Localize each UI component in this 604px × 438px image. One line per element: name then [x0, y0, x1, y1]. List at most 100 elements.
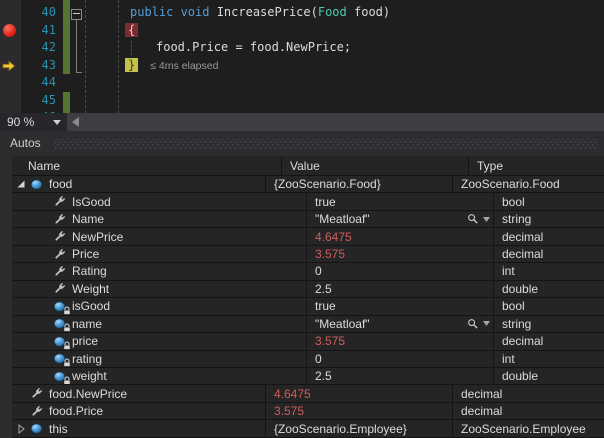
variable-value[interactable]: {ZooScenario.Employee}	[274, 422, 407, 436]
variable-value[interactable]: true	[315, 195, 336, 209]
field-private-icon	[53, 300, 68, 313]
autos-row-Price[interactable]: Price3.575decimal	[12, 246, 604, 263]
variable-value[interactable]: "Meatloaf"	[315, 212, 370, 226]
property-icon	[53, 265, 68, 278]
line-number: 42	[22, 39, 56, 57]
variable-type: bool	[502, 299, 525, 313]
property-icon	[53, 213, 68, 226]
zoom-level: 90 %	[7, 115, 34, 129]
variable-value[interactable]: 3.575	[315, 247, 345, 261]
variable-type: decimal	[502, 230, 543, 244]
autos-titlebar[interactable]: Autos	[0, 131, 604, 156]
fold-collapse-icon[interactable]	[71, 9, 82, 20]
variable-name: weight	[72, 369, 107, 383]
variable-value[interactable]: 4.6475	[274, 387, 311, 401]
variable-type: bool	[502, 195, 525, 209]
visualizer-dropdown-icon[interactable]	[483, 321, 490, 326]
variable-name: NewPrice	[72, 230, 123, 244]
code-line-41[interactable]: 41{	[0, 22, 604, 40]
autos-row-NewPrice[interactable]: NewPrice 4.6475 decimal	[12, 228, 604, 245]
variable-value[interactable]: 4.6475	[315, 230, 352, 244]
autos-row-rating[interactable]: rating0int	[12, 351, 604, 368]
lock-icon	[63, 341, 71, 350]
variable-type: ZooScenario.Food	[461, 177, 560, 191]
field-icon	[30, 422, 43, 435]
variable-value[interactable]: 0	[315, 352, 322, 366]
wrench-icon	[53, 248, 66, 261]
variable-type: decimal	[461, 387, 502, 401]
variable-type: string	[502, 212, 531, 226]
autos-row-food[interactable]: food {ZooScenario.Food} ZooScenario.Food	[12, 176, 604, 193]
value-visualizer-tools[interactable]	[467, 316, 490, 332]
variable-type: ZooScenario.Employee	[461, 422, 586, 436]
magnifier-icon[interactable]	[467, 318, 479, 330]
variable-value[interactable]: 2.5	[315, 369, 332, 383]
code-line-40[interactable]: 40public void IncreasePrice(Food food)	[0, 4, 604, 22]
code-editor[interactable]: 3940public void IncreasePrice(Food food)…	[0, 0, 604, 113]
variable-value[interactable]: {ZooScenario.Food}	[274, 177, 381, 191]
line-number: 41	[22, 22, 56, 40]
property-icon	[30, 387, 45, 400]
variable-name: food.NewPrice	[49, 387, 127, 401]
autos-row-Weight[interactable]: Weight2.5double	[12, 281, 604, 298]
autos-row-price[interactable]: price3.575decimal	[12, 333, 604, 350]
titlebar-grip-dots	[53, 139, 598, 149]
code-line-43[interactable]: 43}≤ 4ms elapsed	[0, 57, 604, 75]
column-header-name[interactable]: Name	[12, 156, 281, 175]
expander-slot[interactable]	[16, 424, 30, 434]
autos-row-IsGood[interactable]: IsGood true bool	[12, 193, 604, 210]
variable-type: decimal	[461, 404, 502, 418]
lock-icon	[63, 376, 71, 385]
line-number: 43	[22, 57, 56, 75]
wrench-icon	[53, 265, 66, 278]
autos-row-this[interactable]: this{ZooScenario.Employee}ZooScenario.Em…	[12, 420, 604, 437]
code-line-42[interactable]: 42food.Price = food.NewPrice;	[0, 39, 604, 57]
zoom-select[interactable]: 90 %	[0, 113, 67, 131]
autos-grid: Name Value Type food {ZooScenario.Food} Zo…	[0, 156, 604, 438]
magnifier-icon[interactable]	[467, 213, 479, 225]
variable-name: food.Price	[49, 404, 103, 418]
autos-row-name[interactable]: name"Meatloaf"string	[12, 316, 604, 333]
visualizer-dropdown-icon[interactable]	[483, 217, 490, 222]
autos-row-Rating[interactable]: Rating0int	[12, 263, 604, 280]
autos-row-food.Price[interactable]: food.Price 3.575 decimal	[12, 403, 604, 420]
column-header-value[interactable]: Value	[281, 156, 468, 175]
field-private-icon	[53, 370, 68, 383]
field-private-icon	[53, 352, 68, 365]
variable-name: name	[72, 317, 102, 331]
code-text: public void IncreasePrice(Food food)	[130, 4, 390, 22]
variable-value[interactable]: 2.5	[315, 282, 332, 296]
autos-row-weight[interactable]: weight2.5double	[12, 368, 604, 385]
field-private-icon	[53, 335, 68, 348]
breakpoint-icon[interactable]	[3, 24, 16, 37]
line-number: 46	[22, 109, 56, 113]
field-icon	[30, 422, 45, 435]
wrench-icon	[30, 405, 43, 418]
variable-name: food	[49, 177, 72, 191]
wrench-icon	[53, 282, 66, 295]
autos-row-Name[interactable]: Name"Meatloaf"string	[12, 211, 604, 228]
expander-collapsed-icon[interactable]	[16, 424, 26, 434]
expander-slot[interactable]	[16, 179, 30, 189]
field-private-icon	[53, 317, 68, 330]
property-icon	[53, 282, 68, 295]
autos-row-isGood[interactable]: isGoodtruebool	[12, 298, 604, 315]
autos-row-food.NewPrice[interactable]: food.NewPrice 4.6475 decimal	[12, 385, 604, 402]
variable-name: rating	[72, 352, 102, 366]
value-visualizer-tools[interactable]	[467, 211, 490, 227]
variable-value[interactable]: true	[315, 299, 336, 313]
chevron-down-icon[interactable]	[53, 120, 61, 125]
variable-value[interactable]: 0	[315, 264, 322, 278]
editor-horizontal-scrollbar[interactable]: 90 %	[0, 113, 604, 131]
code-line-46[interactable]: 46	[0, 109, 604, 113]
variable-name: Rating	[72, 264, 107, 278]
code-line-45[interactable]: 45	[0, 92, 604, 110]
scroll-left-arrow-icon[interactable]	[72, 117, 79, 127]
variable-value[interactable]: "Meatloaf"	[315, 317, 370, 331]
code-line-44[interactable]: 44	[0, 74, 604, 92]
column-header-type[interactable]: Type	[468, 156, 604, 175]
variable-value[interactable]: 3.575	[315, 334, 345, 348]
variable-name: IsGood	[72, 195, 111, 209]
variable-value[interactable]: 3.575	[274, 404, 304, 418]
expander-expanded-icon[interactable]	[16, 179, 26, 189]
